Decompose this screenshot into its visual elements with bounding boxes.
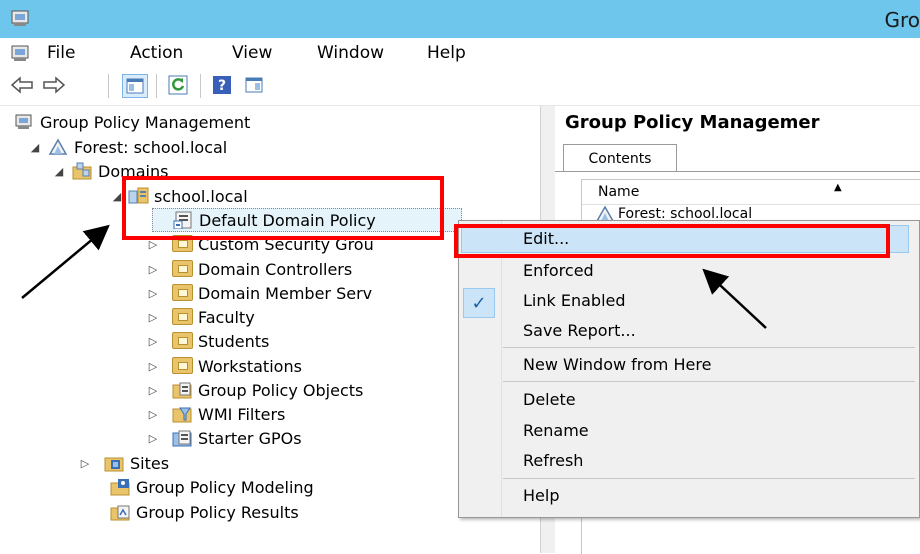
annotation-arrows bbox=[21, 224, 767, 329]
arrow-to-edit bbox=[702, 268, 767, 329]
arrow-to-domain-policy bbox=[21, 224, 110, 299]
